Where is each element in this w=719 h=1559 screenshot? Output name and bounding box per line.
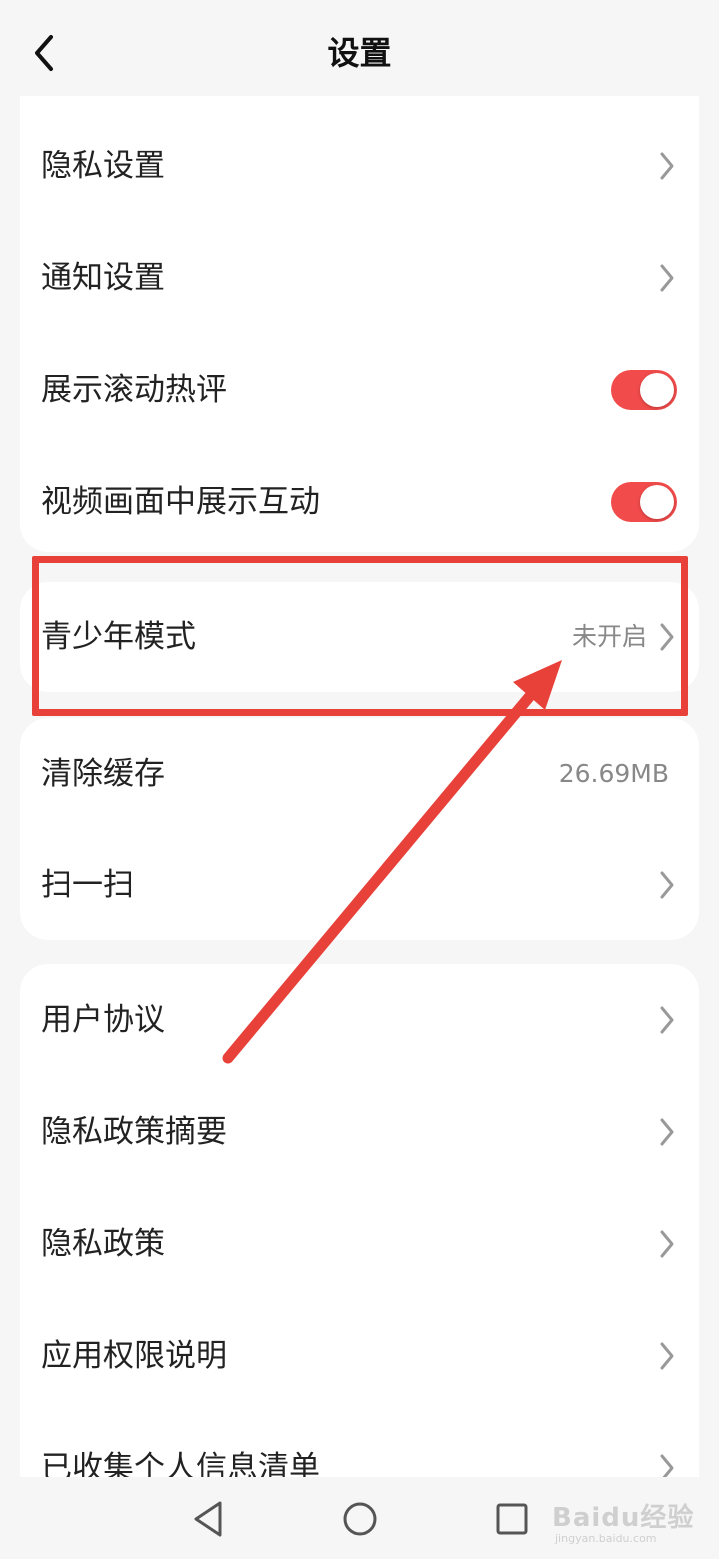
privacy-policy-summary-item[interactable]: 隐私政策摘要 bbox=[20, 1076, 699, 1188]
scrolling-comments-toggle[interactable] bbox=[611, 370, 677, 410]
chevron-right-icon bbox=[660, 1342, 674, 1370]
nav-recents-icon[interactable] bbox=[490, 1497, 534, 1541]
user-agreement-item[interactable]: 用户协议 bbox=[20, 964, 699, 1076]
chevron-right-icon bbox=[660, 871, 674, 899]
settings-group-legal: 用户协议 隐私政策摘要 隐私政策 应用权限说明 已收集个人信息清单 bbox=[20, 964, 699, 1524]
app-permissions-item[interactable]: 应用权限说明 bbox=[20, 1300, 699, 1412]
chevron-right-icon bbox=[660, 1118, 674, 1146]
watermark-logo: Baidu经验 bbox=[552, 1503, 695, 1533]
item-label: 应用权限说明 bbox=[41, 1338, 227, 1374]
toggle-knob bbox=[640, 373, 674, 407]
item-label: 通知设置 bbox=[41, 260, 165, 296]
chevron-right-icon bbox=[660, 152, 674, 180]
notification-settings-item[interactable]: 通知设置 bbox=[20, 222, 699, 334]
settings-group-general: 隐私设置 通知设置 展示滚动热评 视频画面中展示互动 bbox=[20, 96, 699, 552]
item-label: 隐私政策 bbox=[41, 1226, 165, 1262]
clear-cache-item[interactable]: 清除缓存 26.69MB bbox=[20, 718, 699, 830]
scan-item[interactable]: 扫一扫 bbox=[20, 829, 699, 940]
show-interaction-in-video-item: 视频画面中展示互动 bbox=[20, 446, 699, 552]
video-interaction-toggle[interactable] bbox=[611, 482, 677, 522]
item-label: 扫一扫 bbox=[41, 867, 134, 903]
item-label: 展示滚动热评 bbox=[41, 372, 227, 408]
cache-size: 26.69MB bbox=[558, 759, 669, 788]
chevron-right-icon bbox=[660, 1006, 674, 1034]
page-title: 设置 bbox=[327, 34, 392, 72]
nav-back-icon[interactable] bbox=[186, 1497, 230, 1541]
privacy-policy-item[interactable]: 隐私政策 bbox=[20, 1188, 699, 1300]
nav-home-icon[interactable] bbox=[338, 1497, 382, 1541]
item-label: 隐私设置 bbox=[41, 148, 165, 184]
settings-group-tools: 清除缓存 26.69MB 扫一扫 bbox=[20, 718, 699, 940]
watermark-url: jingyan.baidu.com bbox=[555, 1532, 657, 1545]
toggle-knob bbox=[640, 485, 674, 519]
annotation-highlight-box bbox=[32, 556, 688, 716]
top-bar: 设置 bbox=[0, 0, 719, 100]
item-label: 清除缓存 bbox=[41, 756, 165, 792]
item-label: 隐私政策摘要 bbox=[41, 1114, 227, 1150]
item-label: 用户协议 bbox=[41, 1002, 165, 1038]
item-label: 视频画面中展示互动 bbox=[41, 484, 320, 520]
chevron-right-icon bbox=[660, 1230, 674, 1258]
chevron-right-icon bbox=[660, 264, 674, 292]
show-scrolling-comments-item: 展示滚动热评 bbox=[20, 334, 699, 446]
privacy-settings-item[interactable]: 隐私设置 bbox=[20, 110, 699, 222]
